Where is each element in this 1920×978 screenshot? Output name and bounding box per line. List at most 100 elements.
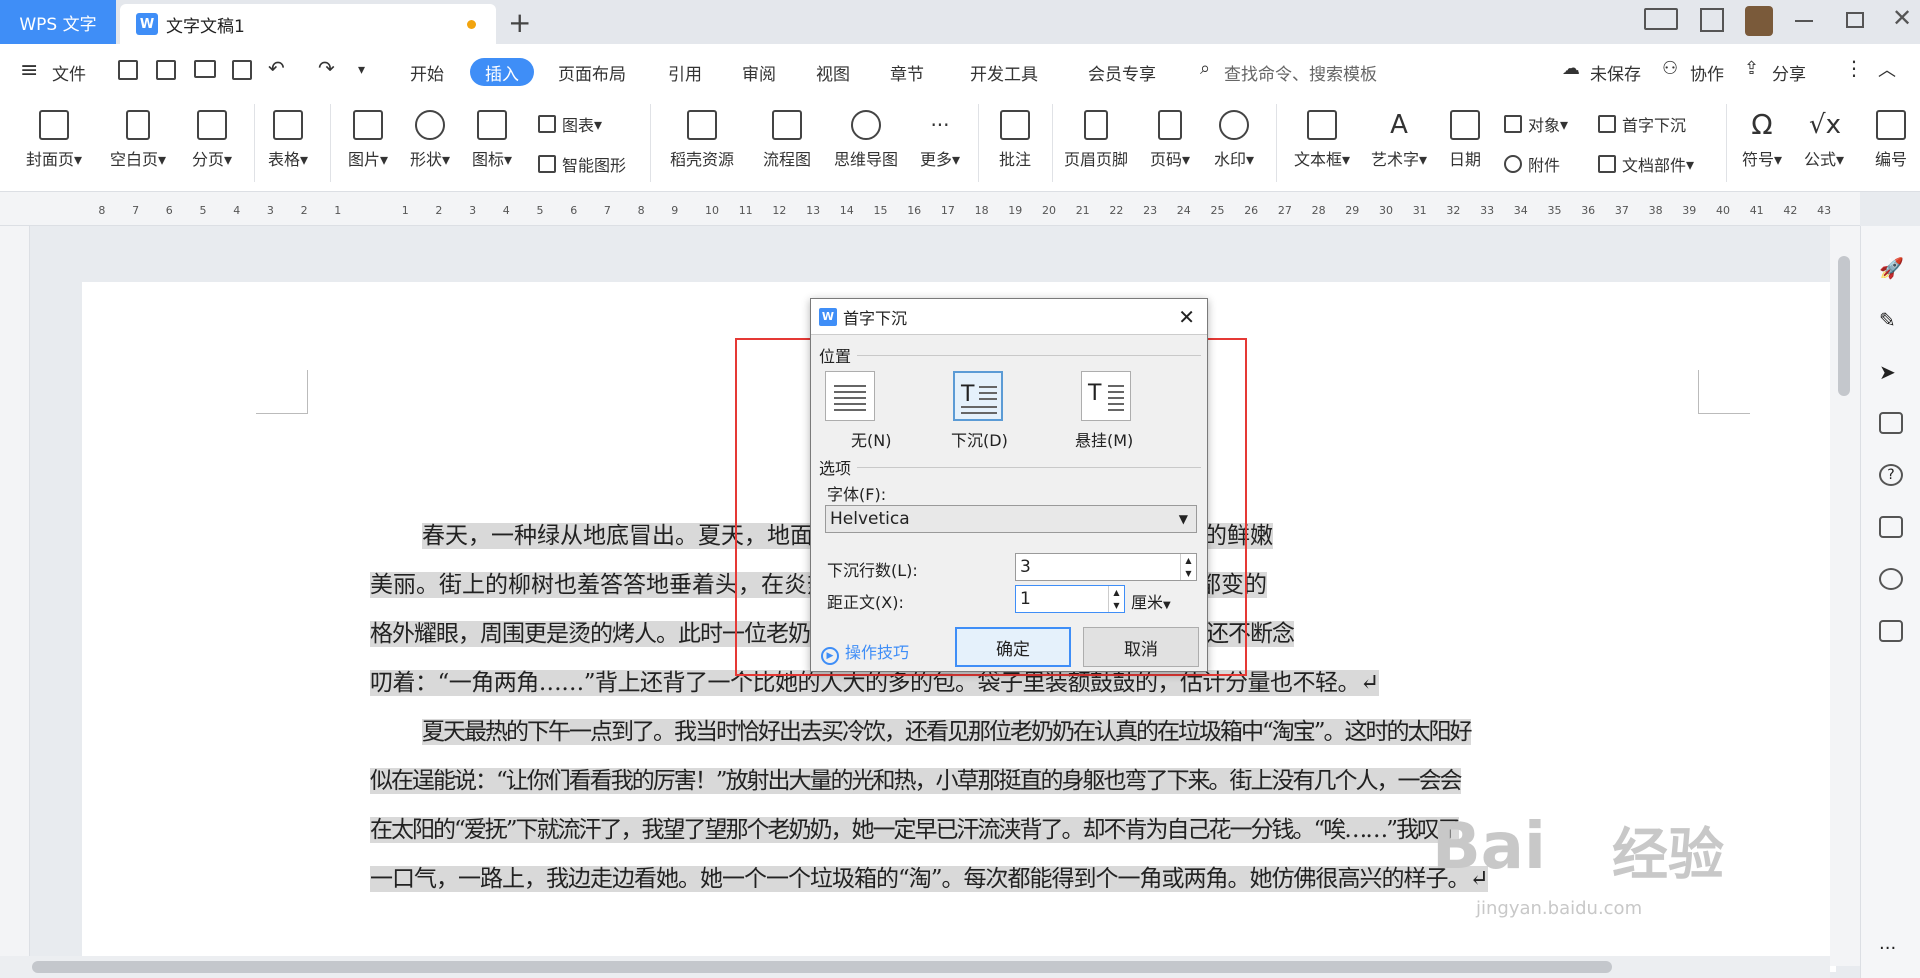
wordart-button[interactable]: A 艺术字▾ xyxy=(1364,110,1434,170)
tab-references[interactable]: 引用 xyxy=(668,60,702,85)
grid-icon[interactable] xyxy=(1700,8,1724,32)
command-search[interactable]: 查找命令、搜索模板 xyxy=(1224,60,1377,85)
position-drop-button[interactable]: T xyxy=(953,371,1003,421)
table-button[interactable]: 表格▾ xyxy=(258,110,318,170)
hamburger-icon[interactable]: ≡ xyxy=(20,58,38,83)
more-button[interactable]: ··· 更多▾ xyxy=(912,110,968,170)
watermark-button[interactable]: 水印▾ xyxy=(1206,110,1262,170)
ruler-tick-label: 7 xyxy=(603,204,611,217)
rocket-icon[interactable]: 🚀 xyxy=(1879,256,1904,280)
position-hang-button[interactable]: T xyxy=(1081,371,1131,421)
image-edit-icon[interactable] xyxy=(1879,516,1903,538)
redo-icon[interactable]: ↷ xyxy=(318,56,335,80)
spinner-icon[interactable]: ▲ ▼ xyxy=(1108,586,1124,612)
chart-button[interactable]: 图表 ▾ xyxy=(538,112,602,136)
ruler-tick-label: 32 xyxy=(1446,204,1461,217)
print-icon[interactable] xyxy=(194,60,216,78)
flowchart-button[interactable]: 流程图 xyxy=(752,110,822,170)
ruler-tick-label: 41 xyxy=(1749,204,1764,217)
ruler-tick-label: 5 xyxy=(199,204,207,217)
horizontal-ruler[interactable]: 8 7 6 5 4 3 2 1 1 2 3 4 5 6 7 8 9 10 11 12 13 14 15 16 17 18 19 20 2… xyxy=(0,192,1860,226)
unsaved-status[interactable]: 未保存 xyxy=(1590,60,1641,85)
scroll-thumb[interactable] xyxy=(1838,256,1850,396)
close-icon[interactable]: ✕ xyxy=(1178,305,1195,329)
position-drop-label[interactable]: 下沉(D) xyxy=(951,427,1008,451)
pen-icon[interactable]: ✎ xyxy=(1879,308,1903,332)
tab-developer[interactable]: 开发工具 xyxy=(970,60,1038,85)
more-options-icon[interactable]: ··· xyxy=(1879,938,1903,960)
tab-view[interactable]: 视图 xyxy=(816,60,850,85)
tab-home[interactable]: 开始 xyxy=(410,60,444,85)
close-window-icon[interactable]: ✕ xyxy=(1892,4,1912,32)
vertical-ruler[interactable] xyxy=(0,226,30,966)
play-icon: ▶ xyxy=(821,647,839,665)
tips-link[interactable]: ▶ 操作技巧 xyxy=(821,639,909,665)
scroll-thumb[interactable] xyxy=(32,961,1612,973)
cover-page-button[interactable]: 封面页▾ xyxy=(14,110,94,170)
undo-icon[interactable]: ↶ xyxy=(268,56,285,80)
vertical-scrollbar[interactable] xyxy=(1830,226,1860,966)
tab-member[interactable]: 会员专享 xyxy=(1088,60,1156,85)
tab-insert[interactable]: 插入 xyxy=(470,58,534,86)
help-icon[interactable]: ? xyxy=(1879,464,1903,486)
share-button[interactable]: 分享 xyxy=(1772,60,1806,85)
shape-button[interactable]: 形状▾ xyxy=(402,110,458,170)
mindmap-button[interactable]: 思维导图 xyxy=(826,110,906,170)
smart-graphic-button[interactable]: 智能图形 xyxy=(538,152,626,176)
distance-stepper[interactable]: 1 ▲ ▼ xyxy=(1015,585,1125,613)
drop-lines-stepper[interactable]: 3 ▲ ▼ xyxy=(1015,553,1197,581)
tab-page-layout[interactable]: 页面布局 xyxy=(558,60,626,85)
collab-button[interactable]: 协作 xyxy=(1690,60,1724,85)
unit-select[interactable]: 厘米▼ xyxy=(1131,589,1171,613)
page-break-button[interactable]: 分页▾ xyxy=(180,110,244,170)
tab-review[interactable]: 审阅 xyxy=(742,60,776,85)
document-parts-button[interactable]: 文档部件 ▾ xyxy=(1598,152,1694,176)
avatar[interactable] xyxy=(1745,6,1773,36)
picture-button[interactable]: 图片▾ xyxy=(340,110,396,170)
tab-chapter[interactable]: 章节 xyxy=(890,60,924,85)
horizontal-scrollbar[interactable] xyxy=(0,956,1830,978)
app-tab[interactable]: WPS 文字 xyxy=(0,0,116,44)
book-icon[interactable] xyxy=(1879,620,1903,642)
position-hang-label[interactable]: 悬挂(M) xyxy=(1075,427,1133,451)
page-number-button[interactable]: 页码▾ xyxy=(1142,110,1198,170)
drop-cap-button[interactable]: 首字下沉 xyxy=(1598,112,1686,136)
document-tab[interactable]: W 文字文稿1 xyxy=(120,4,496,44)
collapse-ribbon-icon[interactable]: ︿ xyxy=(1878,56,1896,82)
attachment-button[interactable]: 附件 xyxy=(1504,152,1560,176)
comment-button[interactable]: 批注 xyxy=(990,110,1040,170)
unit-value: 厘米 xyxy=(1131,593,1164,612)
settings-sliders-icon[interactable] xyxy=(1879,412,1903,434)
quick-access-dropdown-icon[interactable]: ▾ xyxy=(358,62,365,78)
ok-button[interactable]: 确定 xyxy=(955,627,1071,667)
layout-icon[interactable] xyxy=(1644,8,1678,30)
font-label: 字体(F): xyxy=(827,485,887,504)
new-tab-button[interactable]: + xyxy=(508,6,531,39)
docer-resources-button[interactable]: 稻壳资源 xyxy=(660,110,744,170)
save-icon[interactable] xyxy=(118,60,138,80)
cursor-icon[interactable]: ➤ xyxy=(1879,360,1903,384)
numbering-button[interactable]: 编号 xyxy=(1866,110,1916,170)
formula-button[interactable]: √x 公式▾ xyxy=(1796,110,1852,170)
blank-page-icon xyxy=(126,110,150,140)
position-none-button[interactable] xyxy=(825,371,875,421)
spinner-icon[interactable]: ▲ ▼ xyxy=(1180,554,1196,580)
page-break-icon xyxy=(197,110,227,140)
object-button[interactable]: 对象 ▾ xyxy=(1504,112,1568,136)
position-none-label[interactable]: 无(N) xyxy=(851,427,891,451)
restore-icon[interactable] xyxy=(1846,12,1864,28)
more-icon[interactable]: ⋮ xyxy=(1844,56,1864,80)
font-select[interactable]: Helvetica ▼ xyxy=(825,505,1197,533)
file-menu[interactable]: 文件 xyxy=(52,60,86,85)
symbol-button[interactable]: Ω 符号▾ xyxy=(1734,110,1790,170)
export-pdf-icon[interactable] xyxy=(156,60,176,80)
textbox-button[interactable]: 文本框▾ xyxy=(1286,110,1358,170)
icon-button[interactable]: 图标▾ xyxy=(464,110,520,170)
cancel-button[interactable]: 取消 xyxy=(1083,627,1199,667)
header-footer-button[interactable]: 页眉页脚 xyxy=(1058,110,1134,170)
date-button[interactable]: 日期 xyxy=(1440,110,1490,170)
minimize-icon[interactable] xyxy=(1795,20,1813,22)
print-preview-icon[interactable] xyxy=(232,60,252,80)
lightning-icon[interactable] xyxy=(1879,568,1903,590)
blank-page-button[interactable]: 空白页▾ xyxy=(98,110,178,170)
